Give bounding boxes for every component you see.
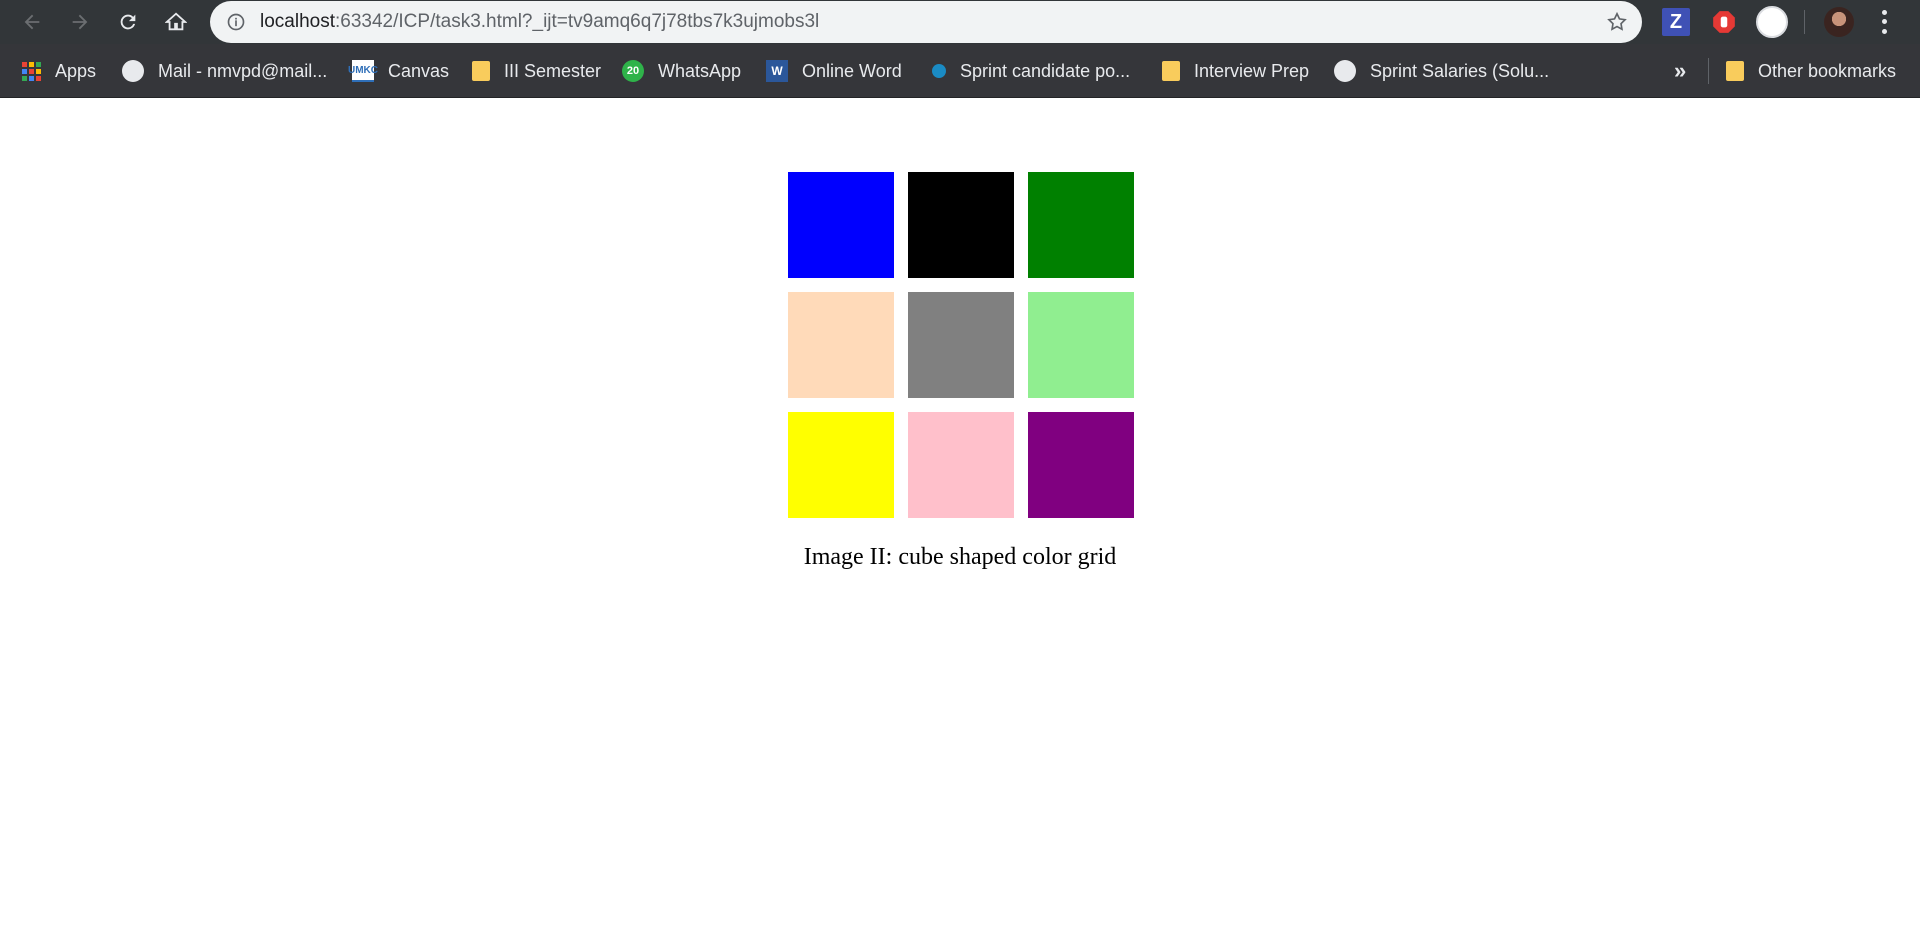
home-icon (165, 12, 187, 31)
url-text[interactable]: localhost:63342/ICP/task3.html?_ijt=tv9a… (260, 1, 819, 43)
browser-toolbar: localhost:63342/ICP/task3.html?_ijt=tv9a… (0, 0, 1920, 44)
globe-icon (1334, 60, 1356, 82)
extension-circle-icon[interactable] (1756, 6, 1788, 38)
arrow-left-icon (24, 14, 40, 30)
sprint-icon (932, 64, 946, 78)
bookmark-label: Online Word (802, 60, 902, 81)
bookmark-mail[interactable]: Mail - nmvpd@mail... (122, 44, 327, 98)
bookmark-star-icon[interactable] (1606, 11, 1628, 33)
color-square (1028, 172, 1134, 278)
canvas-icon: UMKC (348, 60, 378, 82)
bookmark-sprint-salaries[interactable]: Sprint Salaries (Solu... (1334, 44, 1549, 98)
address-bar[interactable]: localhost:63342/ICP/task3.html?_ijt=tv9a… (210, 1, 1642, 43)
color-square (1028, 292, 1134, 398)
bookmark-canvas[interactable]: UMKC Canvas (348, 44, 450, 98)
whatsapp-icon: 20 (622, 60, 644, 82)
home-button[interactable] (160, 6, 192, 38)
color-square (1028, 412, 1134, 518)
adblock-extension-icon[interactable] (1710, 8, 1738, 36)
color-square (788, 412, 894, 518)
bookmark-label: III Semester (504, 60, 602, 81)
apps-grid-icon (22, 61, 41, 81)
folder-icon (1726, 61, 1744, 81)
toolbar-divider (1804, 10, 1805, 34)
bookmark-label: WhatsApp (658, 60, 742, 81)
color-square (908, 172, 1014, 278)
bookmark-apps[interactable]: Apps (22, 44, 96, 98)
bookmarks-bar: Apps Mail - nmvpd@mail... UMKC Canvas II… (0, 44, 1920, 98)
zotero-label: Z (1669, 10, 1683, 33)
info-icon[interactable] (226, 12, 246, 32)
grid-caption: Image II: cube shaped color grid (803, 544, 1117, 570)
bookmark-iii-semester[interactable]: III Semester (472, 44, 601, 98)
bookmark-sprint-candidate[interactable]: Sprint candidate po... (928, 44, 1130, 98)
whatsapp-badge: 20 (626, 65, 640, 77)
color-square (788, 292, 894, 398)
other-bookmarks-label: Other bookmarks (1758, 60, 1897, 81)
other-bookmarks[interactable]: Other bookmarks (1726, 44, 1896, 98)
profile-avatar[interactable] (1824, 7, 1854, 37)
bookmark-label: Mail - nmvpd@mail... (158, 60, 328, 81)
globe-icon (122, 60, 144, 82)
folder-icon (1162, 61, 1180, 81)
zotero-extension-icon[interactable]: Z (1662, 8, 1690, 36)
reload-icon (120, 14, 136, 30)
color-square (788, 172, 894, 278)
bookmarks-divider (1708, 58, 1709, 84)
menu-dots-icon[interactable] (1874, 8, 1894, 36)
bookmark-online-word[interactable]: W Online Word (766, 44, 902, 98)
bookmark-label: Sprint Salaries (Solu... (1370, 60, 1550, 81)
word-icon: W (766, 60, 788, 82)
bookmark-label: Interview Prep (1194, 60, 1310, 81)
bookmark-label: Sprint candidate po... (960, 60, 1131, 81)
color-square (908, 412, 1014, 518)
forward-button[interactable] (64, 6, 96, 38)
bookmark-interview-prep[interactable]: Interview Prep (1162, 44, 1309, 98)
color-grid (788, 172, 1134, 518)
bookmark-label: Canvas (388, 60, 450, 81)
url-host: localhost (260, 11, 335, 32)
bookmark-whatsapp[interactable]: 20 WhatsApp (622, 44, 741, 98)
back-button[interactable] (16, 6, 48, 38)
reload-button[interactable] (112, 6, 144, 38)
folder-icon (472, 61, 490, 81)
arrow-right-icon (72, 14, 88, 30)
bookmarks-overflow-button[interactable]: » (1674, 44, 1686, 98)
url-path: :63342/ICP/task3.html?_ijt=tv9amq6q7j78t… (335, 11, 820, 32)
color-square (908, 292, 1014, 398)
bookmark-label: Apps (55, 60, 97, 81)
